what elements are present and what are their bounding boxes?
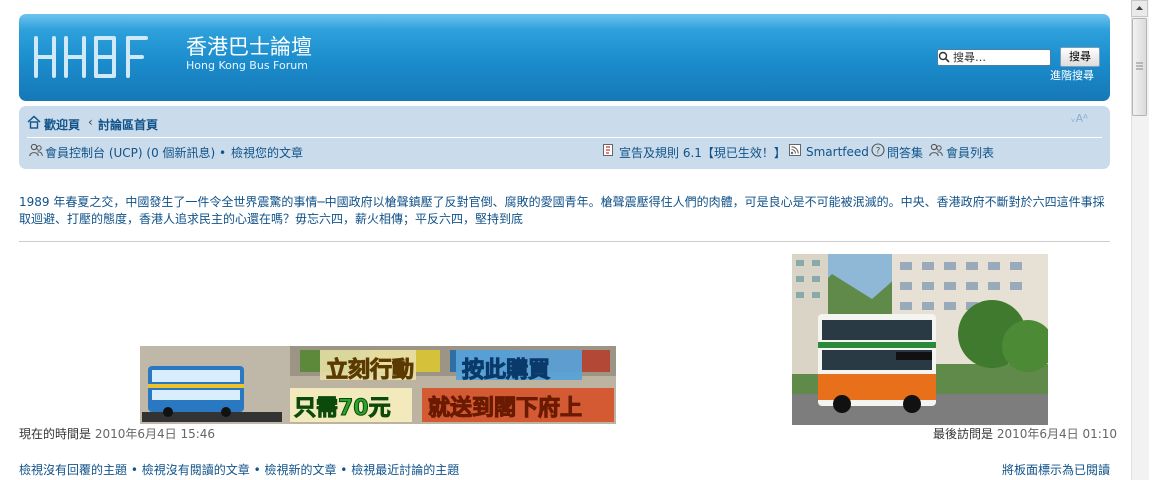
navbar: 歡迎頁 ‹ 討論區首頁 ᵥAᴬ 會員控制台 (UCP) (0 個新訊息) • 檢… [19,106,1110,169]
breadcrumb-separator: ‹ [88,115,93,129]
ucp-line: 會員控制台 (UCP) (0 個新訊息) • [45,144,226,161]
advanced-search-link[interactable]: 進階搜尋 [1050,67,1094,83]
breadcrumb-home[interactable]: 歡迎頁 [44,116,80,133]
announcement-text: 1989 年春夏之交，中國發生了一件令全世界震驚的事情─中國政府以槍聲鎮壓了反對… [19,195,1105,226]
scroll-up-arrow[interactable] [1131,0,1148,17]
ucp-link[interactable]: 會員控制台 (UCP) [45,146,143,160]
last-visit-value: 2010年6月4日 01:10 [996,427,1118,441]
last-visit-time: 最後訪問是 2010年6月4日 01:10 [933,425,1117,442]
quick-link-separator: • [249,463,265,477]
site-title[interactable]: 香港巴士論壇 [186,31,312,61]
search-input[interactable]: 搜尋… [937,49,1051,66]
member-list-link[interactable]: 會員列表 [946,144,994,161]
up-arrow-icon [1136,6,1143,10]
mark-forums-read-link[interactable]: 將板面標示為已閱讀 [1002,461,1110,478]
ad-line2-left: 只需70元 [294,396,392,422]
site-header: 香港巴士論壇 Hong Kong Bus Forum 搜尋… 搜尋 進階搜尋 [19,14,1110,101]
ad-line2-right: 就送到閣下府上 [427,396,583,422]
current-time-value: 2010年6月4日 15:46 [94,427,216,441]
site-subtitle: Hong Kong Bus Forum [186,59,308,72]
ad-line1-right: 按此購買 [461,358,551,384]
faq-icon: ? [871,143,885,157]
rules-link[interactable]: 宣告及規則 6.1【現已生效！】 [619,144,786,161]
divider [19,241,1110,242]
ad-line1-left: 立刻行動 [325,358,415,384]
search-icon [938,51,950,63]
quick-link-separator: • [127,463,142,477]
view-your-posts-link[interactable]: 檢視您的文章 [231,144,303,161]
current-time-label: 現在的時間是 [19,427,92,441]
ad-banner[interactable]: 立刻行動 按此購買 只需70元 就送到閣下府上 [140,346,616,424]
new-posts-link[interactable]: 檢視新的文章 [264,463,336,477]
scrollbar-thumb[interactable] [1132,18,1147,116]
unread-posts-link[interactable]: 檢視沒有閱讀的文章 [142,463,250,477]
unanswered-topics-link[interactable]: 檢視沒有回覆的主題 [19,463,127,477]
active-topics-link[interactable]: 檢視最近討論的主題 [351,463,459,477]
rss-feed-icon [789,144,801,156]
search-button[interactable]: 搜尋 [1060,47,1100,67]
last-visit-label: 最後訪問是 [933,427,994,441]
quick-link-separator: • [336,463,352,477]
ucp-messages[interactable]: (0 個新訊息) • [143,146,226,160]
bus-photo-image [792,254,1048,425]
site-logo[interactable] [32,34,172,80]
font-size-change-icon[interactable]: ᵥAᴬ [1071,112,1105,128]
smartfeed-link[interactable]: Smartfeed [806,145,869,159]
grip-icon [1136,62,1143,70]
members-icon [929,143,943,157]
navbar-divider [27,137,1102,138]
bus-photo[interactable] [792,254,1048,425]
rules-icon [603,144,613,156]
home-icon [27,115,41,129]
user-control-panel-icon [29,143,43,157]
faq-link[interactable]: 問答集 [887,144,923,161]
quick-links: 檢視沒有回覆的主題 • 檢視沒有閱讀的文章 • 檢視新的文章 • 檢視最近討論的… [19,461,459,478]
svg-text:?: ? [876,147,881,157]
current-time: 現在的時間是 2010年6月4日 15:46 [19,425,215,442]
breadcrumb-forum-index[interactable]: 討論區首頁 [98,116,158,133]
